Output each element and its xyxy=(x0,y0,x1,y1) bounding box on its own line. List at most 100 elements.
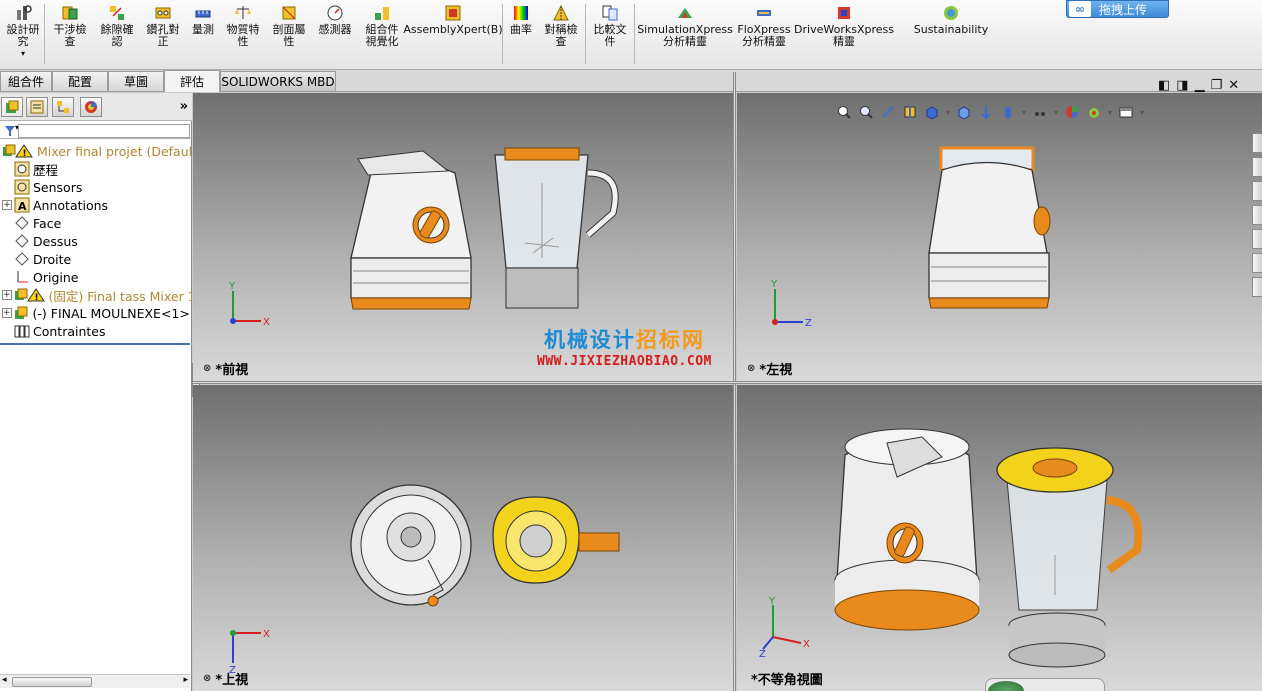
hole-alignment-icon xyxy=(154,4,172,22)
view-orientation-icon[interactable] xyxy=(924,104,940,120)
tree-filter-input[interactable] xyxy=(18,124,190,138)
mass-properties-button[interactable]: 物質特 性 xyxy=(222,4,264,48)
scrollbar-thumb[interactable] xyxy=(12,677,92,687)
configuration-manager-tab[interactable] xyxy=(52,97,74,117)
tree-item[interactable]: 歷程 xyxy=(0,160,192,178)
expand-toggle-icon[interactable]: + xyxy=(2,200,12,210)
axis-label: Z xyxy=(805,318,812,329)
curvature-button[interactable]: 曲率 xyxy=(506,4,536,36)
task-pane-tab[interactable] xyxy=(1252,157,1262,177)
symmetry-check-icon xyxy=(552,4,570,22)
clearance-verify-button[interactable]: 餘隙確 認 xyxy=(96,4,138,48)
viewport-splitter-horizontal[interactable] xyxy=(193,381,1262,384)
tree-item[interactable]: Sensors xyxy=(0,178,192,196)
zoom-to-area-icon[interactable] xyxy=(858,104,874,120)
display-manager-tab[interactable] xyxy=(80,97,102,117)
measure-button[interactable]: 量測 xyxy=(187,4,219,36)
scene-icon[interactable] xyxy=(1086,104,1102,120)
task-pane-tab[interactable] xyxy=(1252,277,1262,297)
appearance-sphere-icon[interactable] xyxy=(1064,104,1080,120)
design-study-button[interactable]: 設計研 究 ▾ xyxy=(4,4,42,60)
symmetry-check-button[interactable]: 對稱檢 查 xyxy=(540,4,582,48)
prev-view-icon[interactable]: ◧ xyxy=(1158,78,1170,93)
dropdown-arrow-icon[interactable]: ▾ xyxy=(1108,108,1112,117)
floxpress-button[interactable]: FloXpress 分析精靈 xyxy=(736,4,792,48)
tab-configuration[interactable]: 配置 xyxy=(52,71,108,91)
feature-tree-tab[interactable] xyxy=(1,97,23,117)
sustainability-button[interactable]: Sustainability xyxy=(912,4,990,36)
tab-label: 草圖 xyxy=(123,75,148,89)
assemblyxpert-button[interactable]: AssemblyXpert(B) xyxy=(403,4,503,36)
top-view-model xyxy=(350,484,620,607)
section-view-icon[interactable] xyxy=(902,104,918,120)
previous-view-icon[interactable] xyxy=(880,104,896,120)
sensor-button[interactable]: 感測器 xyxy=(314,4,356,36)
ribbon-label: 對稱檢 查 xyxy=(544,23,578,48)
tree-item[interactable]: Face xyxy=(0,214,192,232)
assembly-visualization-button[interactable]: 組合件 視覺化 xyxy=(360,4,404,48)
link-views-icon[interactable]: ⊗ xyxy=(203,363,211,374)
viewport-left[interactable]: Y Z ⊗ *左視 xyxy=(737,93,1262,381)
dropdown-arrow-icon[interactable]: ▾ xyxy=(946,108,950,117)
driveworksxpress-button[interactable]: DriveWorksXpress 精靈 xyxy=(794,4,894,48)
viewport-label: ⊗ *上視 xyxy=(203,669,248,688)
scroll-right-icon[interactable]: ▸ xyxy=(183,675,188,685)
ribbon-label: 組合件 視覺化 xyxy=(365,23,399,48)
dropdown-arrow-icon[interactable]: ▾ xyxy=(1140,108,1144,117)
upload-label: 拖拽上传 xyxy=(1099,2,1148,17)
viewport-title: *前視 xyxy=(215,363,249,378)
expand-toggle-icon[interactable]: + xyxy=(2,290,12,300)
ribbon-separator xyxy=(44,4,45,64)
viewport-isometric[interactable]: Y X Z *不等角視圖 xyxy=(737,385,1262,691)
task-pane-tab[interactable] xyxy=(1252,205,1262,225)
expand-toggle-icon[interactable]: + xyxy=(2,308,12,318)
task-pane-tab[interactable] xyxy=(1252,253,1262,273)
tree-item[interactable]: Origine xyxy=(0,268,192,286)
task-pane-tab[interactable] xyxy=(1252,229,1262,249)
link-views-icon[interactable]: ⊗ xyxy=(747,363,755,374)
tree-item[interactable]: + A Annotations xyxy=(0,196,192,214)
ribbon-label: 物質特 性 xyxy=(226,23,260,48)
tree-item[interactable]: ! Mixer final projet (Default< xyxy=(0,142,192,160)
zoom-to-fit-icon[interactable] xyxy=(836,104,852,120)
hole-alignment-button[interactable]: 鑽孔對 正 xyxy=(143,4,183,48)
tree-item-label: Dessus xyxy=(33,233,78,249)
next-view-icon[interactable]: ◨ xyxy=(1176,78,1188,93)
viewport-top[interactable]: X Z ⊗ *上視 xyxy=(193,385,733,691)
compare-documents-button[interactable]: 比較文 件 xyxy=(589,4,631,48)
tree-item[interactable]: + (-) FINAL MOULNEXE<1> ( xyxy=(0,304,192,322)
assembly-visualization-icon xyxy=(373,4,391,22)
edit-appearance-icon[interactable] xyxy=(1000,104,1016,120)
axis-label: X xyxy=(263,629,270,640)
tree-item[interactable]: Droite xyxy=(0,250,192,268)
section-properties-button[interactable]: 剖面屬 性 xyxy=(268,4,310,48)
task-pane-tab[interactable] xyxy=(1252,181,1262,201)
scroll-left-icon[interactable]: ◂ xyxy=(2,675,7,685)
restore-icon[interactable]: ❐ xyxy=(1211,78,1223,93)
minimize-icon[interactable]: ▁ xyxy=(1195,78,1205,93)
tab-assembly[interactable]: 組合件 xyxy=(0,71,52,91)
tree-item[interactable]: Contraintes xyxy=(0,322,192,340)
property-manager-tab[interactable] xyxy=(26,97,48,117)
tree-divider xyxy=(0,343,190,345)
tab-evaluate[interactable]: 評估 xyxy=(164,70,220,92)
display-style-icon[interactable] xyxy=(956,104,972,120)
task-pane-tab[interactable] xyxy=(1252,133,1262,153)
dropdown-arrow-icon[interactable]: ▾ xyxy=(1054,108,1058,117)
dropdown-arrow-icon[interactable]: ▾ xyxy=(1022,108,1026,117)
hide-show-items-icon[interactable] xyxy=(978,104,994,120)
expand-panel-icon[interactable]: » xyxy=(180,99,188,114)
upload-button[interactable]: ∞ 拖拽上传 xyxy=(1066,0,1169,18)
apply-scene-icon[interactable] xyxy=(1032,104,1048,120)
tab-solidworks-mbd[interactable]: SOLIDWORKS MBD xyxy=(220,71,336,91)
status-bubble[interactable] xyxy=(985,678,1105,691)
simulationxpress-button[interactable]: SimulationXpress 分析精靈 xyxy=(637,4,733,48)
tree-horizontal-scrollbar[interactable]: ◂ ▸ xyxy=(0,674,190,688)
tree-item[interactable]: +! (固定) Final tass Mixer 1< xyxy=(0,286,192,304)
close-icon[interactable]: ✕ xyxy=(1228,78,1239,93)
interference-check-button[interactable]: 干涉檢 查 xyxy=(50,4,90,48)
view-settings-icon[interactable] xyxy=(1118,104,1134,120)
link-views-icon[interactable]: ⊗ xyxy=(203,673,211,684)
tree-item[interactable]: Dessus xyxy=(0,232,192,250)
tab-sketch[interactable]: 草圖 xyxy=(108,71,164,91)
